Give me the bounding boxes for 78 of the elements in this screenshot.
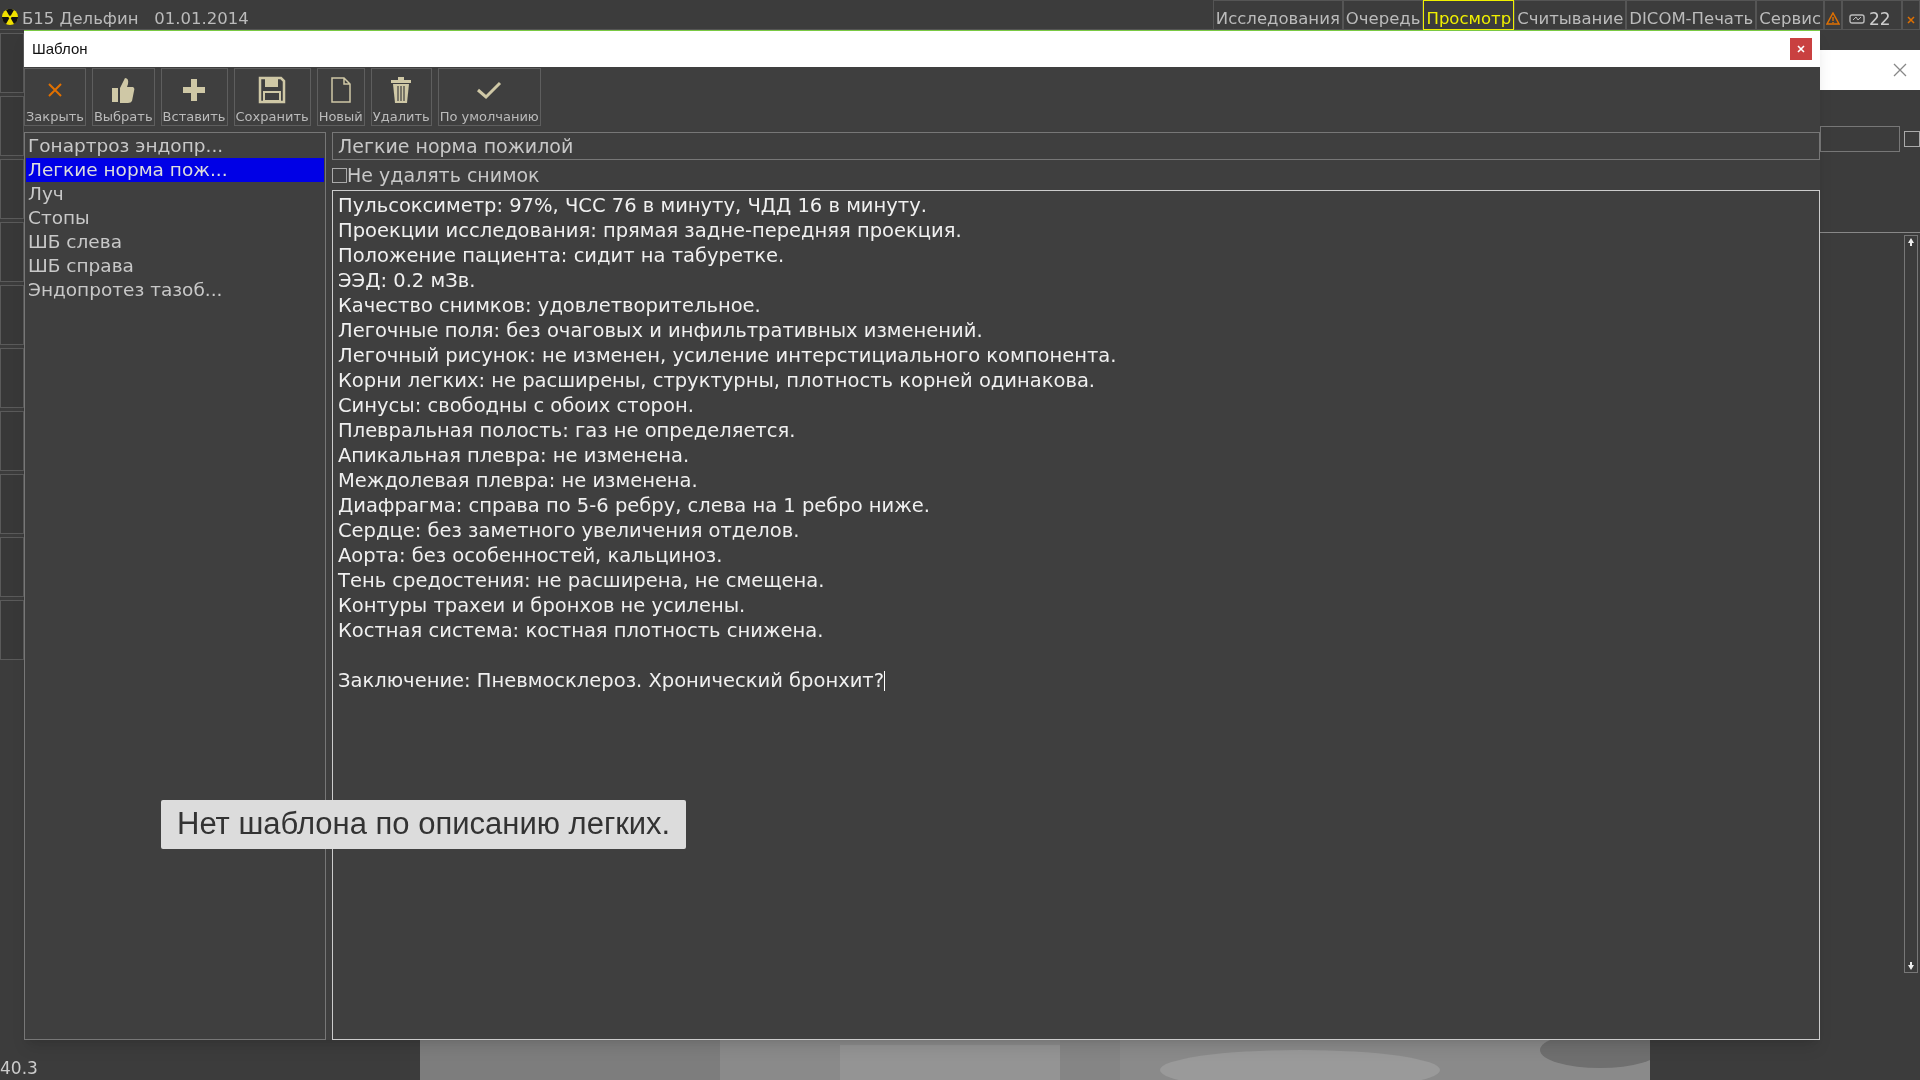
report-line: Положение пациента: сидит на табуретке. — [338, 243, 786, 268]
template-name-field[interactable]: Легкие норма пожилой — [332, 132, 1820, 160]
report-line: Качество снимков: удовлетворительное. — [338, 293, 762, 318]
report-line: ЭЭД: 0.2 мЗв. — [338, 268, 477, 293]
close-icon — [1797, 45, 1805, 53]
side-panel-button[interactable] — [0, 600, 24, 660]
checkbox[interactable] — [332, 167, 347, 183]
side-panel-button[interactable] — [0, 33, 24, 93]
toolbar-button[interactable]: Сохранить — [233, 68, 311, 126]
app-tab[interactable]: Просмотр — [1423, 0, 1515, 30]
template-item[interactable]: Легкие норма пож... — [26, 158, 324, 182]
report-line: Корни легких: не расширены, структурны, плотность корней одинакова. — [338, 368, 1097, 393]
warning-icon — [1826, 12, 1840, 25]
side-panel-button[interactable] — [0, 474, 24, 534]
report-line: Плевральная полость: газ не определяется. — [338, 418, 797, 443]
text-field[interactable] — [1820, 126, 1900, 152]
checkbox[interactable] — [1904, 131, 1920, 147]
report-line: Проекции исследования: прямая задне-передняя проекция. — [338, 218, 963, 243]
status-value: 40.3 — [0, 1058, 38, 1078]
scroll-down-icon — [1905, 960, 1917, 972]
toolbar-button[interactable]: Удалить — [370, 68, 432, 126]
close-button[interactable] — [1790, 38, 1812, 60]
checkmark-icon — [476, 80, 503, 100]
report-line: Тень средостения: не расширена, не смещена. — [338, 568, 826, 593]
close-icon — [1906, 15, 1916, 25]
scroll-up-icon — [1905, 236, 1917, 248]
side-panel-button[interactable] — [0, 96, 24, 156]
document-icon — [329, 76, 352, 104]
app-tab[interactable]: Считывание — [1514, 0, 1627, 30]
template-item[interactable]: Луч — [26, 182, 324, 206]
report-line: Легочные поля: без очаговых и инфильтративных изменений. — [338, 318, 984, 343]
template-item[interactable]: Гонартроз эндопр... — [26, 134, 324, 158]
report-line: Пульсоксиметр: 97%, ЧСС 76 в минуту, ЧДД 16 в минуту. — [338, 193, 928, 218]
report-line: Заключение: Пневмосклероз. Хронический бронхит? — [338, 668, 885, 693]
side-panel-button[interactable] — [0, 159, 24, 219]
side-panel-button[interactable] — [0, 222, 24, 282]
plus-icon — [181, 77, 208, 103]
report-line: Апикальная плевра: не изменена. — [338, 443, 691, 468]
side-panel-button[interactable] — [0, 411, 24, 471]
app-close-button[interactable] — [1902, 0, 1920, 30]
close-icon — [1892, 62, 1908, 78]
template-item[interactable]: Эндопротез тазоб... — [26, 278, 324, 302]
app-tab[interactable]: Сервис — [1756, 0, 1824, 30]
close-icon — [45, 81, 64, 99]
radiation-icon — [2, 9, 18, 25]
app-tab[interactable]: Исследования — [1212, 0, 1343, 30]
toolbar-button[interactable]: Вставить — [160, 68, 228, 126]
template-item[interactable]: ШБ слева — [26, 230, 324, 254]
scrollbar[interactable] — [1904, 235, 1918, 973]
app-tab[interactable]: Очередь — [1342, 0, 1424, 30]
report-line: Сердце: без заметного увеличения отделов. — [338, 518, 801, 543]
side-panel-button[interactable] — [0, 285, 24, 345]
report-line: Синусы: свободны с обоих сторон. — [338, 393, 695, 418]
template-item[interactable]: Стопы — [26, 206, 324, 230]
report-line: Аорта: без особенностей, кальциноз. — [338, 543, 724, 568]
checkbox-label: Не удалять снимок — [347, 162, 540, 188]
device-icon — [1849, 13, 1865, 25]
trash-icon — [389, 76, 414, 104]
report-line: Междолевая плевра: не изменена. — [338, 468, 699, 493]
side-panel-button[interactable] — [0, 348, 24, 408]
report-line: Контуры трахеи и бронхов не усилены. — [338, 593, 747, 618]
save-icon — [258, 76, 287, 104]
report-line: Костная система: костная плотность снижена. — [338, 618, 825, 643]
app-tab[interactable]: DICOM-Печать — [1626, 0, 1757, 30]
toolbar-button[interactable]: По умолчанию — [437, 68, 541, 126]
tooltip: Нет шаблона по описанию легких. — [161, 800, 687, 849]
app-title: Б15 Дельфин 01.01.2014 — [22, 9, 249, 29]
report-line: Диафрагма: справа по 5-6 ребру, слева на 1 ребро ниже. — [338, 493, 932, 518]
toolbar-button[interactable]: Новый — [316, 68, 365, 126]
template-item[interactable]: ШБ справа — [26, 254, 324, 278]
report-line: Легочный рисунок: не изменен, усиление интерстициального компонента. — [338, 343, 1118, 368]
side-panel-button[interactable] — [0, 537, 24, 597]
device-count: 22 — [1869, 9, 1891, 29]
thumbs-up-icon — [110, 76, 137, 104]
window-title: Шаблон — [32, 38, 88, 59]
toolbar-button[interactable]: Выбрать — [91, 68, 155, 126]
text-cursor — [884, 670, 886, 691]
toolbar-button[interactable]: Закрыть — [24, 68, 86, 126]
